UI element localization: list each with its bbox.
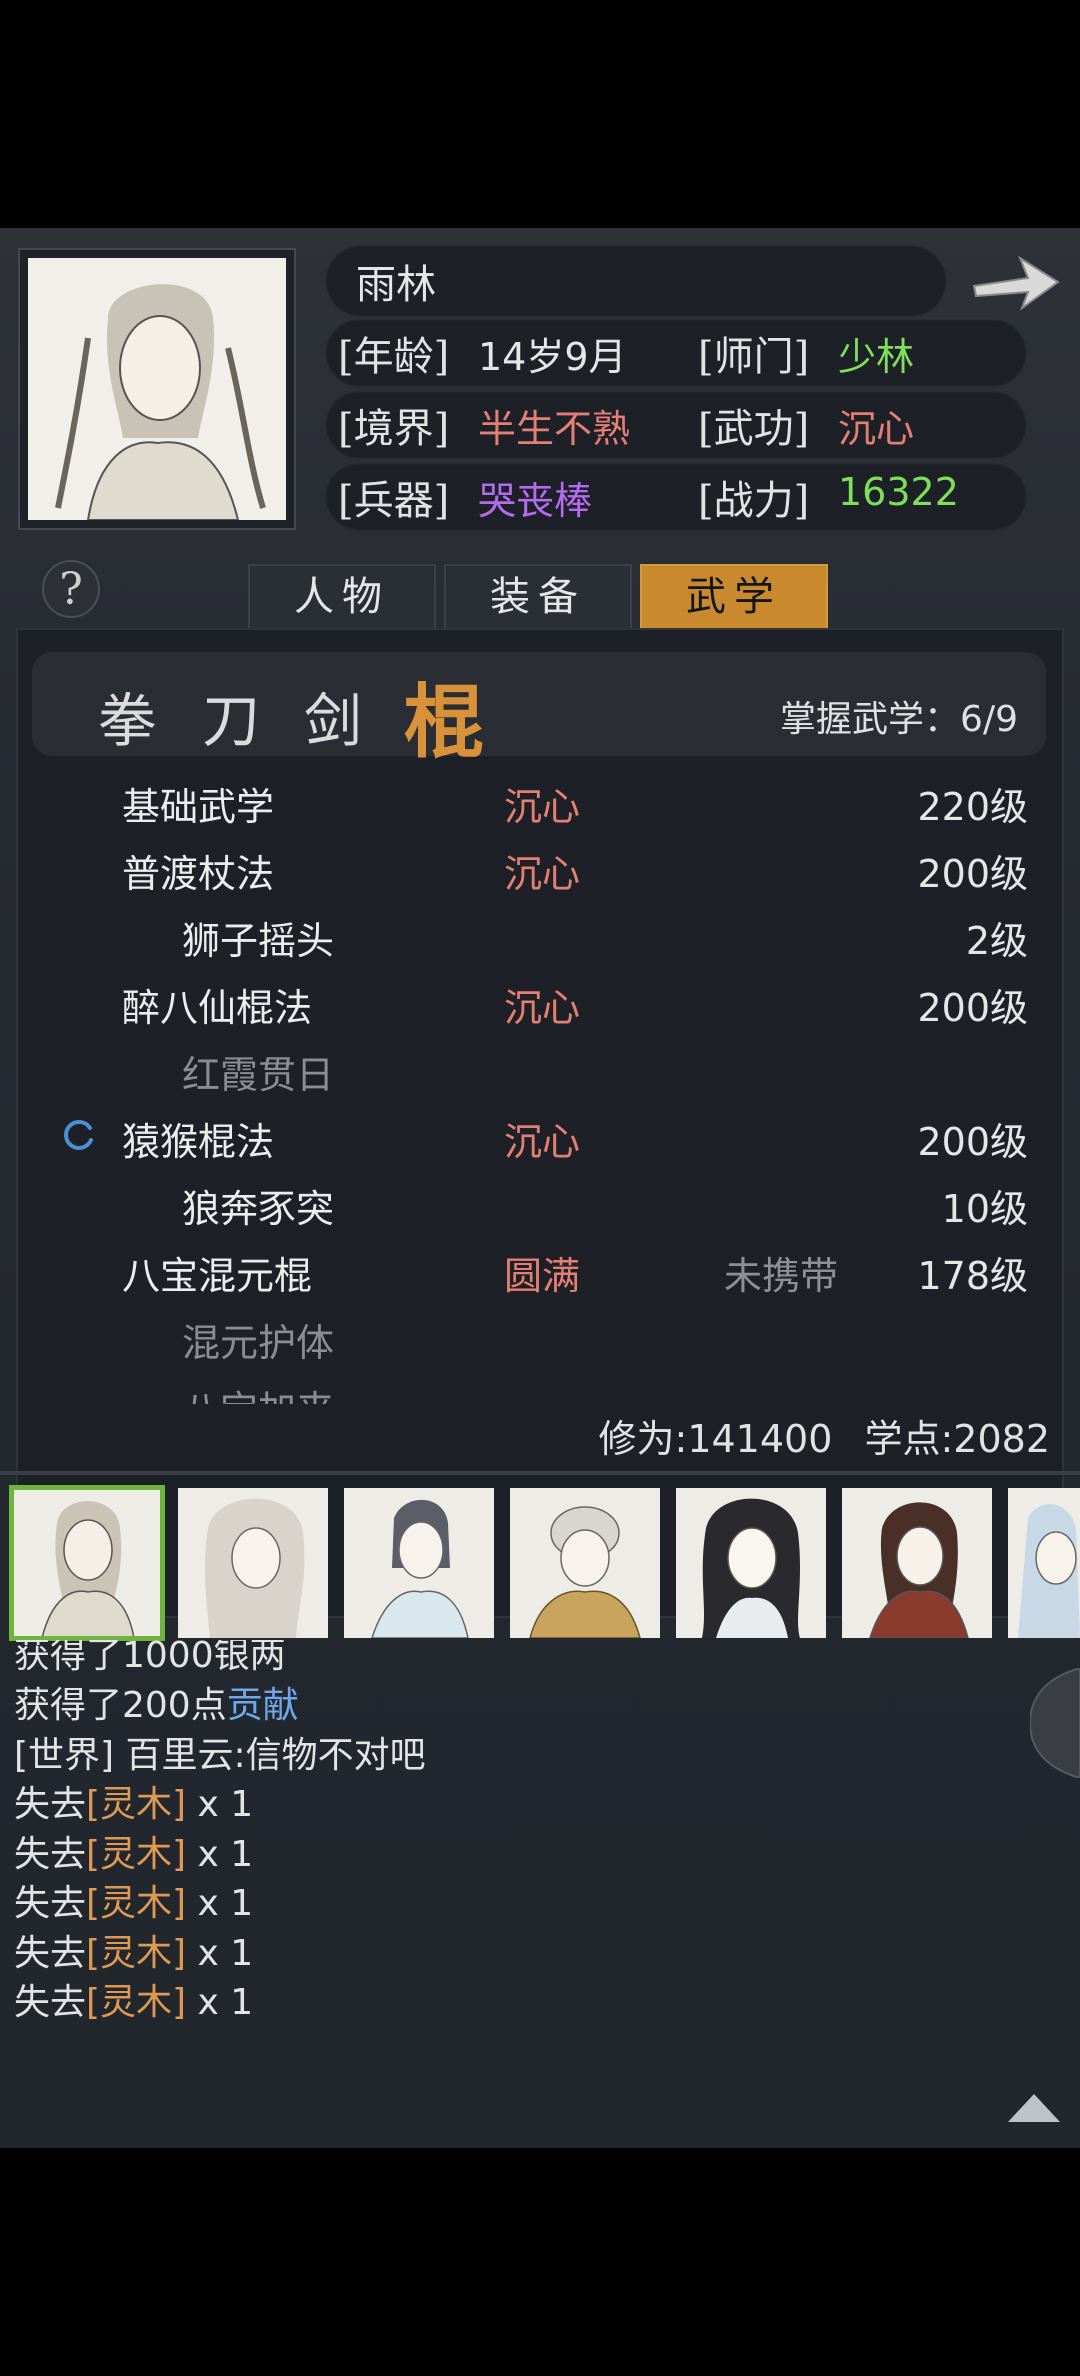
message-log[interactable]: 获得了1000银两 获得了200点贡献 [世界] 百里云:信物不对吧 失去[灵木… bbox=[14, 1640, 1014, 2060]
skill-name: 八宝混元棍 bbox=[122, 1254, 313, 1298]
skill-name: 八宝加来 bbox=[182, 1379, 334, 1404]
skill-state: 沉心 bbox=[504, 986, 581, 1030]
tab-martial-arts[interactable]: 武学 bbox=[640, 564, 828, 630]
skill-name: 狼奔豕突 bbox=[182, 1187, 335, 1231]
weapon-tab-fist[interactable]: 拳 bbox=[98, 674, 156, 758]
sub-skill-row[interactable]: 狼奔豕突 10级 bbox=[32, 1166, 1046, 1233]
skill-row[interactable]: 普渡杖法 沉心 200级 bbox=[32, 831, 1046, 898]
skill-name: 狮子摇头 bbox=[182, 919, 335, 963]
cultivation-value: 修为:141400 bbox=[598, 1417, 833, 1461]
skill-level: 178级 bbox=[917, 1254, 1028, 1298]
school-value: 少林 bbox=[838, 335, 915, 379]
weapon-value[interactable]: 哭丧棒 bbox=[478, 470, 592, 525]
skill-name: 醉八仙棍法 bbox=[122, 986, 313, 1030]
skill-name: 基础武学 bbox=[122, 785, 275, 829]
log-line: 失去[灵木] x 1 bbox=[14, 1784, 254, 1825]
skill-level: 220级 bbox=[917, 785, 1028, 829]
party-member-avatar[interactable] bbox=[510, 1488, 660, 1638]
tab-character[interactable]: 人物 bbox=[248, 564, 436, 630]
party-members[interactable] bbox=[0, 1485, 1080, 1644]
log-line: 获得了1000银两 bbox=[14, 1640, 286, 1676]
skill-state: 沉心 bbox=[504, 852, 581, 896]
weapon-tab-sword[interactable]: 剑 bbox=[304, 674, 362, 758]
tab-equipment[interactable]: 装备 bbox=[444, 564, 632, 630]
school-label: [师门] bbox=[698, 334, 810, 380]
party-member-avatar[interactable] bbox=[842, 1488, 992, 1638]
skill-row[interactable]: 醉八仙棍法 沉心 200级 bbox=[32, 965, 1046, 1032]
log-line: 失去[灵木] x 1 bbox=[14, 1982, 254, 2023]
item-link[interactable]: [灵木] bbox=[86, 1784, 186, 1825]
skill-level: 200级 bbox=[917, 852, 1028, 896]
learning-points-value: 学点:2082 bbox=[864, 1417, 1050, 1461]
portrait-frame[interactable] bbox=[18, 248, 296, 530]
log-line: [世界] 百里云:信物不对吧 bbox=[14, 1735, 426, 1776]
sub-skill-row[interactable]: 混元护体 bbox=[32, 1300, 1046, 1367]
divider bbox=[0, 1471, 1080, 1475]
party-member-avatar[interactable] bbox=[676, 1488, 826, 1638]
age-value: 14岁9月 bbox=[478, 335, 627, 379]
scroll-up-icon[interactable] bbox=[1004, 2090, 1064, 2124]
skill-row[interactable]: 八宝混元棍 圆满 未携带 178级 bbox=[32, 1233, 1046, 1300]
svg-text:?: ? bbox=[59, 564, 83, 615]
mastery-count: 掌握武学：6/9 bbox=[780, 699, 1018, 740]
power-value: 16322 bbox=[838, 470, 959, 514]
skill-row[interactable]: 基础武学 沉心 220级 bbox=[32, 764, 1046, 831]
party-member-avatar[interactable] bbox=[1008, 1488, 1080, 1638]
log-line: 失去[灵木] x 1 bbox=[14, 1834, 254, 1875]
party-member-avatar[interactable] bbox=[9, 1485, 165, 1641]
skill-level: 2级 bbox=[965, 919, 1028, 963]
sub-skill-row[interactable]: 狮子摇头 2级 bbox=[32, 898, 1046, 965]
skill-level: 200级 bbox=[917, 986, 1028, 1030]
realm-label: [境界] bbox=[338, 406, 450, 452]
loading-spinner-icon bbox=[62, 1117, 96, 1151]
skill-name: 普渡杖法 bbox=[122, 852, 275, 896]
realm-value: 半生不熟 bbox=[478, 407, 631, 451]
skill-list[interactable]: 基础武学 沉心 220级 普渡杖法 沉心 200级 狮子摇头 2级 醉八仙棍法 … bbox=[32, 764, 1046, 1404]
skill-name: 红霞贯日 bbox=[182, 1053, 335, 1097]
character-portrait bbox=[28, 258, 286, 520]
app-screen: 雨林 [年龄] 14岁9月 [师门] 少林 [境界] 半生不熟 [武功] 沉心 … bbox=[0, 228, 1080, 2148]
power-label: [战力] bbox=[698, 478, 810, 524]
skill-label: [武功] bbox=[698, 406, 810, 452]
weapon-tab-staff[interactable]: 棍 bbox=[404, 658, 484, 774]
age-label: [年龄] bbox=[338, 334, 450, 380]
skill-level: 10级 bbox=[941, 1187, 1028, 1231]
cultivation-stats: 修为:141400 学点:2082 bbox=[599, 1408, 1050, 1463]
skill-state: 沉心 bbox=[504, 1120, 581, 1164]
side-menu-handle[interactable] bbox=[1028, 1666, 1080, 1780]
skill-row[interactable]: 猿猴棍法 沉心 200级 bbox=[32, 1099, 1046, 1166]
party-member-avatar[interactable] bbox=[344, 1488, 494, 1638]
item-link[interactable]: [灵木] bbox=[86, 1982, 186, 2023]
log-line: 失去[灵木] x 1 bbox=[14, 1883, 254, 1924]
sub-skill-row[interactable]: 八宝加来 bbox=[32, 1367, 1046, 1404]
skill-name: 混元护体 bbox=[182, 1321, 335, 1365]
item-link[interactable]: [灵木] bbox=[86, 1933, 186, 1974]
carry-status: 未携带 bbox=[724, 1254, 839, 1298]
skill-name: 猿猴棍法 bbox=[122, 1120, 275, 1164]
skill-state: 圆满 bbox=[504, 1254, 581, 1298]
weapon-type-bar: 拳 刀 剑 棍 掌握武学：6/9 bbox=[32, 652, 1046, 769]
character-name: 雨林 bbox=[356, 262, 436, 308]
contribution-link[interactable]: 贡献 bbox=[227, 1685, 299, 1726]
help-icon[interactable]: ? bbox=[40, 558, 102, 620]
weapon-label: [兵器] bbox=[338, 478, 450, 524]
party-member-avatar[interactable] bbox=[178, 1488, 328, 1638]
item-link[interactable]: [灵木] bbox=[86, 1883, 186, 1924]
martial-arts-panel: 拳 刀 剑 棍 掌握武学：6/9 基础武学 沉心 220级 普渡杖法 沉心 20… bbox=[16, 628, 1064, 1618]
sub-skill-row[interactable]: 红霞贯日 bbox=[32, 1032, 1046, 1099]
skill-value: 沉心 bbox=[838, 407, 915, 451]
log-line: 失去[灵木] x 1 bbox=[14, 1933, 254, 1974]
skill-level: 200级 bbox=[917, 1120, 1028, 1164]
arrow-right-icon[interactable] bbox=[968, 248, 1064, 318]
log-line: 获得了200点贡献 bbox=[14, 1685, 299, 1726]
character-profile: 雨林 [年龄] 14岁9月 [师门] 少林 [境界] 半生不熟 [武功] 沉心 … bbox=[0, 228, 1080, 550]
item-link[interactable]: [灵木] bbox=[86, 1834, 186, 1875]
skill-state: 沉心 bbox=[504, 785, 581, 829]
weapon-tab-blade[interactable]: 刀 bbox=[202, 674, 260, 758]
